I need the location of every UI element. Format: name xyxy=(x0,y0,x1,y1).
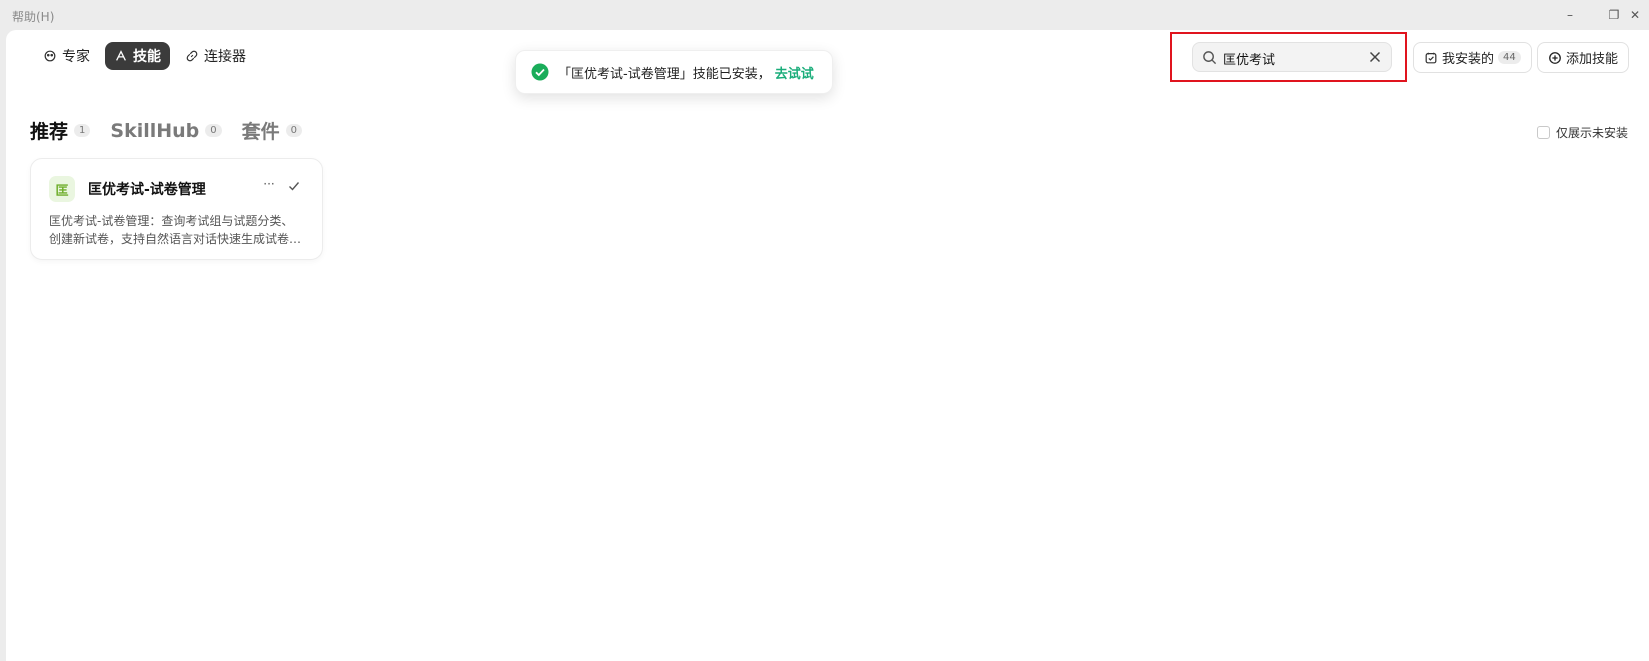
search-icon xyxy=(1203,51,1217,65)
title-bar: 帮助(H) – ❐ ✕ xyxy=(0,0,1649,30)
plus-circle-icon xyxy=(1549,51,1561,64)
installed-label: 我安装的 xyxy=(1442,52,1495,67)
add-skill-button[interactable]: 添加技能 xyxy=(1537,42,1630,73)
main-panel: 专家 技能 连接器 我安装的 44 添加技能 推荐 1 SkillHub 0 xyxy=(6,30,1649,661)
minimize-icon: – xyxy=(1567,8,1573,22)
minimize-button[interactable]: – xyxy=(1555,4,1585,26)
help-menu[interactable]: 帮助(H) xyxy=(12,8,54,25)
tab-skill-label: 技能 xyxy=(133,49,161,65)
try-it-link[interactable]: 去试试 xyxy=(775,63,814,82)
installed-icon xyxy=(1425,52,1437,63)
tab-skill[interactable]: 技能 xyxy=(105,42,170,70)
category-suite-count: 0 xyxy=(285,124,303,137)
uninstalled-filter[interactable]: 仅展示未安装 xyxy=(1536,124,1628,141)
category-recommend-count: 1 xyxy=(74,124,91,137)
category-suite-label: 套件 xyxy=(241,121,280,143)
tab-connector-label: 连接器 xyxy=(204,49,246,65)
success-check-icon xyxy=(531,63,549,81)
restore-icon: ❐ xyxy=(1608,8,1620,22)
tab-connector[interactable]: 连接器 xyxy=(176,42,255,70)
uninstalled-checkbox[interactable] xyxy=(1536,126,1550,139)
close-icon: ✕ xyxy=(1629,8,1641,22)
installed-check-icon xyxy=(289,182,300,191)
link-icon xyxy=(186,50,198,62)
category-tabs: 推荐 1 SkillHub 0 套件 0 xyxy=(30,117,322,144)
skill-card-description: 匡优考试-试卷管理：查询考试组与试题分类、创建新试卷，支持自然语言对话快速生成试… xyxy=(49,214,302,246)
category-skillhub-count: 0 xyxy=(205,124,222,137)
installed-count: 44 xyxy=(1498,51,1521,64)
add-skill-label: 添加技能 xyxy=(1566,52,1619,67)
category-recommend-label: 推荐 xyxy=(30,121,69,143)
category-recommend[interactable]: 推荐 1 xyxy=(30,117,91,144)
search-field[interactable] xyxy=(1192,42,1392,72)
category-suite[interactable]: 套件 0 xyxy=(241,117,303,144)
toast-message: 「匡优考试-试卷管理」技能已安装， xyxy=(558,66,771,82)
skill-logo-icon: 匡 xyxy=(49,176,75,202)
close-button[interactable]: ✕ xyxy=(1620,4,1649,26)
category-skillhub[interactable]: SkillHub 0 xyxy=(110,119,222,142)
skill-card[interactable]: 匡 匡优考试-试卷管理 ··· 匡优考试-试卷管理：查询考试组与试题分类、创建新… xyxy=(30,158,323,260)
skill-card-title: 匡优考试-试卷管理 xyxy=(88,182,206,198)
installed-button[interactable]: 我安装的 44 xyxy=(1413,42,1532,73)
skill-icon xyxy=(116,50,126,61)
tab-expert-label: 专家 xyxy=(62,49,90,65)
more-options-icon[interactable]: ··· xyxy=(261,177,277,193)
clear-icon[interactable] xyxy=(1367,49,1383,65)
uninstalled-filter-label: 仅展示未安装 xyxy=(1555,126,1628,140)
install-success-toast: 「匡优考试-试卷管理」技能已安装， 去试试 xyxy=(515,50,833,94)
top-nav: 专家 技能 连接器 xyxy=(34,42,255,70)
expert-icon xyxy=(44,50,56,62)
search-input[interactable] xyxy=(1221,47,1365,69)
tab-expert[interactable]: 专家 xyxy=(34,42,99,70)
category-skillhub-label: SkillHub xyxy=(110,119,200,142)
